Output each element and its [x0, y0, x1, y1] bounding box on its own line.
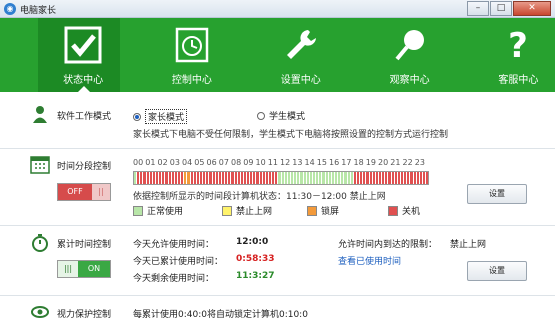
hour-label: 09 [243, 158, 254, 167]
question-mark-icon: ? [509, 26, 529, 64]
limit-label: 允许时间内到达的限制： [338, 240, 438, 250]
time-control-title: 时间分段控制 [57, 162, 112, 172]
legend-swatch [388, 205, 398, 216]
tab-service-center[interactable]: ? 客服中心 [473, 18, 555, 92]
legend-lock: 锁屏 [307, 204, 339, 217]
schedule-status: 依据控制所显示的时间段计算机状态：11:30－12:00 禁止上网 [133, 192, 386, 202]
mode-section: 软件工作模式 家长模式 学生模式 家长模式下电脑不受任何限制，学生模式下电脑将按… [0, 92, 555, 149]
radio-parent-mode[interactable]: 家长模式 [133, 109, 188, 124]
hour-label: 05 [194, 158, 205, 167]
radio-dot [133, 112, 141, 121]
cumulative-settings-button[interactable]: 设置 [467, 261, 527, 281]
allowed-time-label: 今天允许使用时间： [133, 240, 215, 250]
legend-label: 正常使用 [147, 207, 184, 217]
radio-label: 学生模式 [269, 112, 306, 122]
remaining-time-label: 今天剩余使用时间： [133, 274, 215, 284]
hour-label: 02 [157, 158, 168, 167]
view-used-time-link[interactable]: 查看已使用时间 [338, 254, 401, 267]
person-icon [33, 106, 47, 123]
toggle-off-label: OFF [58, 184, 92, 200]
tab-label: 观察中心 [389, 75, 430, 86]
hour-label: 15 [316, 158, 327, 167]
checkmark-icon [64, 26, 102, 64]
minimize-button[interactable]: – [467, 1, 489, 16]
window-controls: – □ ✕ [466, 1, 551, 16]
schedule-grid[interactable] [133, 171, 429, 185]
tab-label: 设置中心 [280, 75, 321, 86]
hour-labels: 00 01 02 03 04 05 06 07 08 09 10 11 12 13 14 15 16 17 18 19… [133, 158, 427, 167]
hour-label: 12 [280, 158, 291, 167]
stopwatch-icon [32, 234, 48, 252]
hour-label: 08 [231, 158, 242, 167]
window-title: 电脑家长 [20, 6, 57, 16]
hour-label: 20 [378, 158, 389, 167]
legend-swatch [222, 205, 232, 216]
toggle-knob: ||| [58, 261, 78, 277]
used-time-label: 今天已累计使用时间： [133, 257, 224, 267]
hour-label: 01 [145, 158, 156, 167]
close-button[interactable]: ✕ [513, 1, 551, 16]
svg-text:?: ? [509, 26, 529, 64]
legend-no-internet: 禁止上网 [222, 204, 272, 217]
tab-status-center[interactable]: 状态中心 [38, 18, 120, 92]
vision-text: 每累计使用0:40:0将自动锁定计算机0:10:0 [133, 310, 308, 319]
legend-swatch [307, 205, 317, 216]
mode-title: 软件工作模式 [57, 112, 112, 122]
app-icon: ◉ [4, 3, 16, 15]
hour-label: 07 [218, 158, 229, 167]
hour-label: 19 [365, 158, 376, 167]
hour-label: 21 [390, 158, 401, 167]
hour-label: 06 [206, 158, 217, 167]
vision-title: 视力保护控制 [57, 310, 112, 319]
tab-label: 客服中心 [498, 75, 539, 86]
legend-normal: 正常使用 [133, 204, 183, 217]
calendar-grid-icon [30, 156, 50, 174]
hour-label: 17 [341, 158, 352, 167]
legend-label: 锁屏 [321, 207, 340, 217]
main-toolbar: 状态中心 控制中心 设置中心 观察中心 ? 客服中心 [0, 18, 555, 92]
hour-label: 11 [267, 158, 278, 167]
hour-label: 10 [255, 158, 266, 167]
hour-label: 14 [304, 158, 315, 167]
radio-dot [257, 111, 265, 120]
hour-label: 18 [353, 158, 364, 167]
legend-shutdown: 关机 [388, 204, 420, 217]
legend-swatch [133, 205, 143, 216]
time-control-toggle[interactable]: OFF || [57, 183, 111, 201]
legend-label: 禁止上网 [236, 207, 273, 217]
cumulative-title: 累计时间控制 [57, 240, 112, 250]
wrench-icon [286, 30, 316, 59]
tab-label: 状态中心 [63, 75, 104, 86]
maximize-button[interactable]: □ [490, 1, 512, 16]
clock-calendar-icon [175, 27, 209, 63]
tab-observe-center[interactable]: 观察中心 [365, 18, 447, 92]
time-control-settings-button[interactable]: 设置 [467, 184, 527, 204]
hour-label: 00 [133, 158, 144, 167]
toggle-knob: || [92, 184, 110, 200]
eye-icon [31, 306, 49, 318]
cumulative-toggle[interactable]: ||| ON [57, 260, 111, 278]
hour-label: 13 [292, 158, 303, 167]
remaining-time-value: 11:3:27 [236, 271, 275, 281]
schedule-cell[interactable] [426, 172, 429, 184]
hour-label: 04 [182, 158, 193, 167]
legend-label: 关机 [402, 207, 421, 217]
title-bar: ◉ 电脑家长 – □ ✕ [0, 0, 555, 18]
limit-value: 禁止上网 [450, 240, 487, 250]
toggle-on-label: ON [78, 261, 110, 277]
radio-label: 家长模式 [145, 109, 188, 124]
hour-label: 22 [402, 158, 413, 167]
tab-settings-center[interactable]: 设置中心 [256, 18, 338, 92]
tab-control-center[interactable]: 控制中心 [147, 18, 229, 92]
radio-student-mode[interactable]: 学生模式 [257, 109, 305, 122]
allowed-time-value: 12:0:0 [236, 237, 269, 247]
mode-description: 家长模式下电脑不受任何限制，学生模式下电脑将按照设置的控制方式运行控制 [133, 130, 449, 140]
magnifier-icon [395, 30, 424, 61]
hour-label: 16 [329, 158, 340, 167]
hour-label: 03 [169, 158, 180, 167]
used-time-value: 0:58:33 [236, 254, 275, 264]
tab-label: 控制中心 [171, 75, 212, 86]
hour-label: 23 [414, 158, 425, 167]
